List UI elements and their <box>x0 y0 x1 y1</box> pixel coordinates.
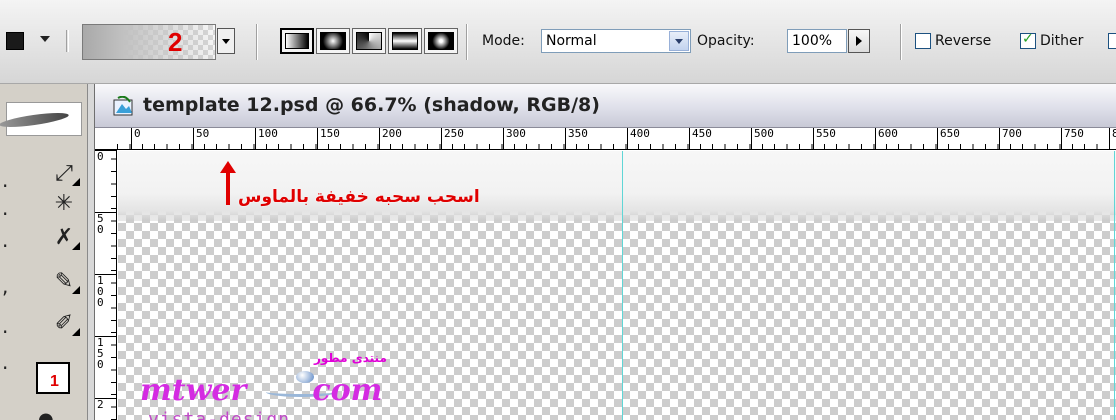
history-brush-tool-button[interactable]: ✐ <box>44 308 84 340</box>
brush-icon: ✎ <box>54 269 74 294</box>
drag-direction-arrow-icon <box>220 161 236 205</box>
radial-gradient-button[interactable] <box>316 28 350 54</box>
mode-select[interactable]: Normal <box>541 29 691 53</box>
ruler-tick-label: 750 <box>1061 128 1084 149</box>
horizontal-ruler[interactable]: 0 50 100 150 200 250 300 350 400 450 500… <box>95 128 1116 150</box>
ruler-tick-label: 100 <box>255 128 278 149</box>
healing-tool-edge[interactable]: , <box>2 270 12 302</box>
guide-line[interactable] <box>1114 151 1115 420</box>
instruction-annotation: اسحب سحبه خفيفة بالماوس <box>238 187 480 207</box>
history-brush-icon: ✐ <box>54 311 74 336</box>
gradient-picker-dropdown[interactable] <box>217 28 235 54</box>
ruler-tick-label: 700 <box>999 128 1022 149</box>
diamond-gradient-icon <box>428 32 454 50</box>
watermark-logo: mtwer com <box>140 373 383 408</box>
chevron-down-icon[interactable] <box>669 31 689 51</box>
eraser-tool-edge[interactable]: . <box>2 346 12 378</box>
document-window: template 12.psd @ 66.7% (shadow, RGB/8) … <box>94 84 1116 420</box>
watermark-arabic: منتدى مطور <box>314 351 387 365</box>
gradient-tool-preset-icon <box>6 32 24 50</box>
radial-gradient-icon <box>320 32 346 50</box>
document-title: template 12.psd @ 66.7% (shadow, RGB/8) <box>143 94 600 116</box>
shadow-layer-gradient <box>118 151 1116 221</box>
opacity-slider-button[interactable] <box>848 29 870 53</box>
ruler-tick-label: 450 <box>689 128 712 149</box>
angle-gradient-icon <box>356 32 382 50</box>
tool-flyout-indicator <box>72 178 80 186</box>
ruler-tick-label: 100 <box>95 274 116 308</box>
ruler-tick-label: 650 <box>937 128 960 149</box>
ruler-tick-label: 600 <box>875 128 898 149</box>
mode-label: Mode: <box>482 33 525 49</box>
angle-gradient-button[interactable] <box>352 28 386 54</box>
guide-line[interactable] <box>622 151 623 420</box>
opacity-label: Opacity: <box>697 33 755 49</box>
tool-preset-dropdown-icon[interactable] <box>40 36 50 42</box>
toolbar-separator <box>900 24 902 60</box>
tool-preset-picker[interactable] <box>0 28 30 54</box>
ruler-tick-label: 8 <box>1109 128 1116 149</box>
vertical-ruler[interactable]: 0 50 100 150 2 <box>95 150 117 420</box>
toolbar-separator <box>256 24 258 60</box>
brush-tool-button[interactable]: ✎ <box>44 266 84 298</box>
move-icon: ⤢ <box>55 161 73 186</box>
transparency-checkbox[interactable] <box>1108 33 1116 49</box>
reflected-gradient-icon <box>392 32 418 50</box>
ruler-tick-label: 350 <box>565 128 588 149</box>
tool-flyout-indicator <box>72 242 80 250</box>
diamond-gradient-button[interactable] <box>424 28 458 54</box>
ruler-tick-label: 50 <box>193 128 209 149</box>
toolbar-separator <box>66 30 69 52</box>
toolbox-header-logo <box>0 102 82 136</box>
reverse-label: Reverse <box>935 33 992 49</box>
ruler-tick-label: 250 <box>441 128 464 149</box>
reverse-checkbox[interactable] <box>915 33 931 49</box>
slice-tool-button[interactable]: ✗ <box>44 222 84 254</box>
ruler-tick-label: 150 <box>95 336 116 370</box>
watermark-subtitle: vista-design <box>148 409 291 420</box>
gradient-type-group <box>280 28 458 54</box>
magic-wand-icon: ✳ <box>54 191 74 216</box>
ruler-tick-label: 550 <box>813 128 836 149</box>
ruler-tick-label: 0 <box>131 128 141 149</box>
document-titlebar[interactable]: template 12.psd @ 66.7% (shadow, RGB/8) <box>95 84 1116 128</box>
linear-gradient-icon <box>285 33 309 49</box>
dither-checkbox[interactable] <box>1020 31 1036 49</box>
magic-wand-tool-button[interactable]: ✳ <box>44 188 84 220</box>
photoshop-document-icon <box>113 96 133 116</box>
tool-flyout-indicator <box>72 328 80 336</box>
gradient-picker-badge: 2 <box>168 27 183 57</box>
ruler-tick-label: 300 <box>503 128 526 149</box>
dither-label: Dither <box>1040 33 1084 49</box>
document-canvas[interactable]: اسحب سحبه خفيفة بالماوس منتدى مطور mtwer… <box>118 151 1116 420</box>
mode-value: Normal <box>546 33 597 49</box>
ruler-tick-label: 0 <box>95 150 116 162</box>
blur-tool-edge[interactable]: ● <box>38 404 54 420</box>
feather-icon <box>0 110 70 130</box>
lasso-tool-edge[interactable]: . <box>2 192 12 224</box>
ruler-tick-label: 50 <box>95 212 116 235</box>
toolbar-separator <box>466 24 468 60</box>
slice-icon: ✗ <box>54 225 74 250</box>
ruler-tick-label: 200 <box>379 128 402 149</box>
options-bar: 2 Mode: Normal Opacity: 100% Reverse Dit… <box>0 0 1116 84</box>
gradient-tool-badge: 1 <box>50 373 59 390</box>
gradient-tool-button[interactable]: 1 <box>36 362 70 394</box>
crop-tool-edge[interactable]: . <box>2 224 12 256</box>
reflected-gradient-button[interactable] <box>388 28 422 54</box>
toolbox: . ⤢ . ✳ . ✗ , ✎ . ✐ . 1 ● <box>0 84 88 420</box>
ruler-tick-label: 400 <box>627 128 650 149</box>
stamp-tool-edge[interactable]: . <box>2 310 12 342</box>
tool-flyout-indicator <box>72 286 80 294</box>
move-tool-button[interactable]: ⤢ <box>44 158 84 190</box>
opacity-input[interactable]: 100% <box>787 29 847 53</box>
ruler-tick-label: 150 <box>317 128 340 149</box>
gradient-picker[interactable] <box>82 24 216 60</box>
ruler-tick-label: 2 <box>95 398 116 410</box>
ruler-tick-label: 500 <box>751 128 774 149</box>
linear-gradient-button[interactable] <box>280 28 314 54</box>
